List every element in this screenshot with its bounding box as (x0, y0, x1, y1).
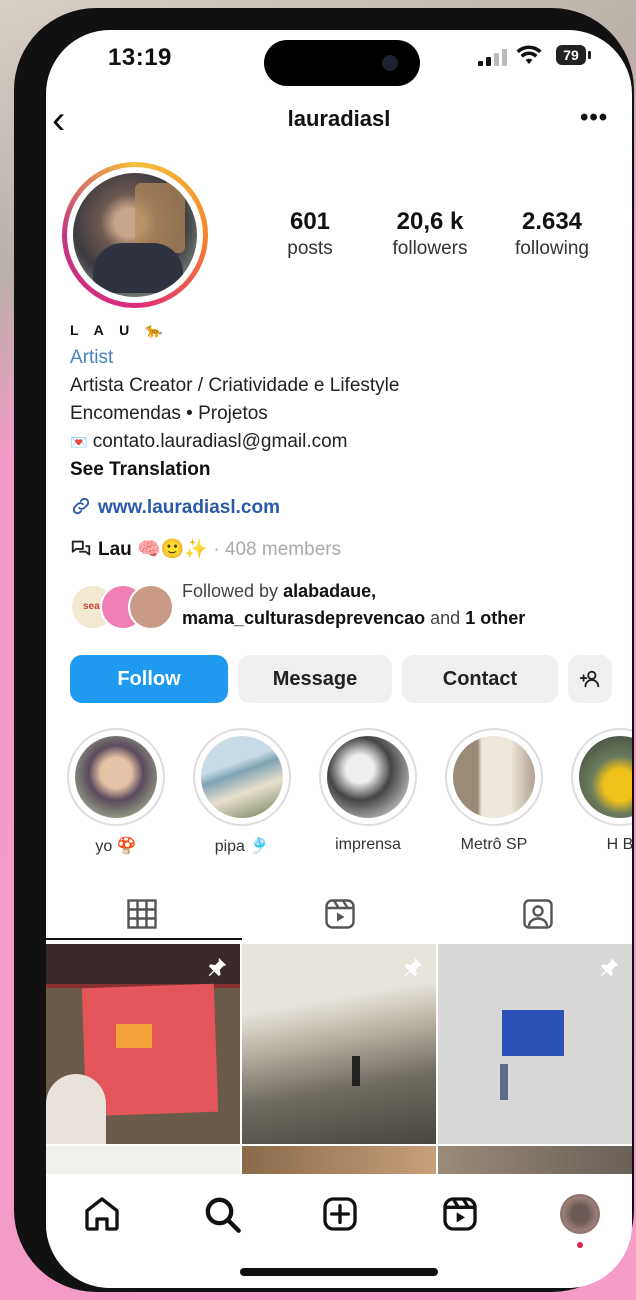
highlight-item[interactable]: Metrô SP (442, 728, 546, 854)
status-time: 13:19 (108, 44, 172, 71)
stat-value: 601 (289, 208, 331, 235)
highlight-item[interactable]: pipa 🎐 (190, 728, 294, 856)
bio-line: Encomendas • Projetos (70, 403, 268, 424)
stat-posts[interactable]: 601 posts (250, 208, 370, 260)
profile-bio: L A U 🐆 Artist Artista Creator / Criativ… (70, 316, 610, 564)
add-person-icon (579, 670, 600, 688)
stat-value: 2.634 (521, 208, 583, 235)
mutual-user[interactable]: mama_culturasdeprevencao (182, 608, 425, 628)
profile-nav-avatar[interactable] (560, 1194, 600, 1234)
highlight-cover (201, 736, 283, 818)
pin-icon (600, 957, 619, 977)
website-link[interactable]: www.lauradiasl.com (98, 497, 280, 518)
tagged-icon[interactable] (520, 896, 556, 932)
notification-dot (577, 1242, 583, 1248)
battery-icon: 79 (556, 45, 586, 65)
highlight-cover (75, 736, 157, 818)
stat-followers[interactable]: 20,6 k followers (370, 208, 490, 260)
love-letter-icon: 💌 (70, 434, 88, 450)
highlight-label: imprensa (335, 836, 401, 853)
mutual-avatars: seat (70, 584, 180, 630)
highlight-item[interactable]: yo 🍄 (64, 728, 168, 856)
bio-line: Artista Creator / Criatividade e Lifesty… (70, 375, 400, 396)
highlight-label: yo 🍄 (95, 838, 137, 855)
pin-icon (208, 957, 227, 977)
grid-icon[interactable] (124, 896, 160, 932)
phone-frame: 13:19 79 ‹ lauradiasl ••• 601 posts 20,6… (14, 8, 634, 1292)
stat-label: following (515, 238, 589, 259)
pin-icon (404, 957, 423, 977)
avatar-photo (73, 173, 197, 297)
signal-icon (478, 46, 508, 66)
home-indicator[interactable] (240, 1268, 438, 1276)
message-button[interactable]: Message (238, 655, 392, 703)
active-tab-indicator (46, 938, 242, 940)
profile-username: lauradiasl (287, 106, 391, 131)
highlight-cover (579, 736, 632, 818)
link-icon (72, 497, 90, 515)
post-thumbnail[interactable] (46, 1146, 240, 1176)
community-chat-icon (71, 540, 91, 556)
stat-label: followers (392, 238, 468, 259)
highlight-label: H B (606, 836, 632, 853)
post-thumbnail[interactable] (242, 1146, 436, 1176)
post-thumbnail[interactable] (438, 944, 632, 1144)
posts-grid (46, 944, 632, 1176)
more-options-icon[interactable]: ••• (580, 104, 608, 132)
profile-avatar[interactable] (62, 162, 208, 308)
bio-email[interactable]: contato.lauradiasl@gmail.com (93, 431, 348, 452)
create-post-icon[interactable] (320, 1194, 360, 1234)
community-row[interactable]: Lau 🧠🙂✨ · 408 members (70, 536, 610, 564)
camera-icon (382, 55, 398, 71)
mutual-avatar (128, 584, 174, 630)
reels-nav-icon[interactable] (440, 1194, 480, 1234)
stat-following[interactable]: 2.634 following (492, 208, 612, 260)
highlight-label: Metrô SP (460, 836, 528, 853)
community-sep: · (213, 539, 220, 560)
community-name: Lau 🧠🙂✨ (98, 539, 209, 560)
search-icon[interactable] (202, 1194, 242, 1234)
profile-tabs (46, 888, 632, 942)
bottom-nav (46, 1174, 632, 1288)
see-translation-link[interactable]: See Translation (70, 456, 610, 484)
website-row[interactable]: www.lauradiasl.com (70, 494, 610, 522)
highlight-item[interactable]: H B (568, 728, 632, 854)
highlight-cover (327, 736, 409, 818)
wifi-icon (516, 45, 542, 64)
follow-button[interactable]: Follow (70, 655, 228, 703)
highlight-item[interactable]: imprensa (316, 728, 420, 854)
dynamic-island (264, 40, 420, 86)
post-thumbnail[interactable] (46, 944, 240, 1144)
mutual-user[interactable]: alabadaue, (283, 581, 376, 601)
home-icon[interactable] (82, 1194, 122, 1234)
screen: 13:19 79 ‹ lauradiasl ••• 601 posts 20,6… (46, 30, 632, 1288)
highlight-label: pipa 🎐 (214, 838, 270, 855)
bio-email-row: 💌 contato.lauradiasl@gmail.com (70, 428, 610, 456)
community-members: 408 members (224, 539, 342, 560)
display-name: L A U 🐆 (70, 322, 169, 338)
reels-icon[interactable] (322, 896, 358, 932)
battery-nub (588, 51, 591, 59)
stat-value: 20,6 k (396, 208, 464, 235)
contact-button[interactable]: Contact (402, 655, 558, 703)
followed-by-text: Followed by alabadaue, mama_culturasdepr… (182, 581, 526, 628)
post-thumbnail[interactable] (438, 1146, 632, 1176)
profile-category: Artist (70, 347, 114, 368)
suggested-users-button[interactable] (568, 655, 612, 703)
post-thumbnail[interactable] (242, 944, 436, 1144)
stat-label: posts (287, 238, 333, 259)
mutual-others[interactable]: 1 other (465, 608, 525, 628)
highlight-cover (453, 736, 535, 818)
